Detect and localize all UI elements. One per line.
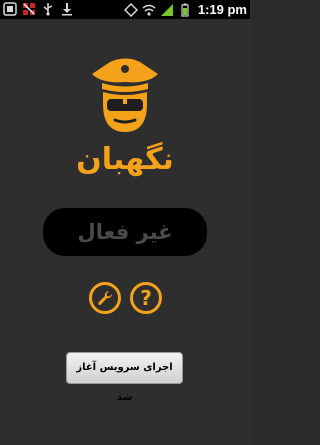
signal-icon <box>160 3 173 16</box>
app-screen: 1:19 pm نگهبان غیر فعال ? اجرای سرویس آغ… <box>0 0 250 445</box>
status-bar-right: 1:19 pm <box>123 1 247 18</box>
start-service-button[interactable]: اجرای سرویس آغاز شد <box>66 352 183 403</box>
usb-icon <box>43 3 53 16</box>
settings-button[interactable] <box>89 282 121 314</box>
status-bar-time: 1:19 pm <box>197 2 247 17</box>
battery-icon <box>181 3 189 17</box>
app-title: نگهبان <box>76 142 174 177</box>
help-button[interactable]: ? <box>130 282 162 314</box>
wifi-icon <box>142 4 156 16</box>
help-icon: ? <box>140 286 152 310</box>
sync-icon <box>123 2 138 17</box>
wrench-icon <box>98 290 113 305</box>
status-bar-left <box>3 2 74 16</box>
debug-icon <box>23 3 35 15</box>
status-bar: 1:19 pm <box>0 0 250 19</box>
service-status-badge: غیر فعال <box>43 208 207 256</box>
notification-icon <box>3 2 17 16</box>
download-icon <box>62 3 72 16</box>
guard-icon <box>92 58 158 132</box>
